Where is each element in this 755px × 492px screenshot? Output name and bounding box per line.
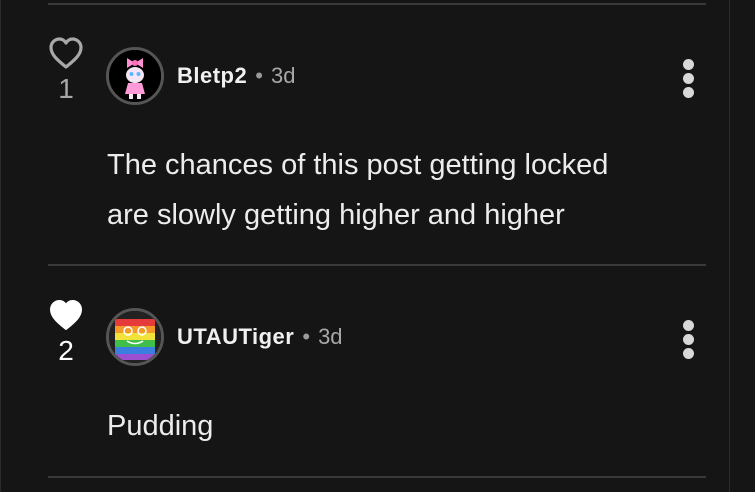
timestamp: 3d <box>318 324 343 349</box>
separator-dot: • <box>255 63 263 88</box>
comment-text-line: are slowly getting higher and higher <box>107 199 565 231</box>
avatar[interactable] <box>106 47 164 105</box>
timestamp: 3d <box>270 63 296 88</box>
like-count: 2 <box>58 335 74 366</box>
pink-bow-character-icon <box>109 50 161 102</box>
username[interactable]: UTAUTiger <box>177 324 294 349</box>
comment-meta: UTAUTiger • 3d <box>177 324 343 350</box>
divider <box>48 3 706 5</box>
comment-text: Pudding <box>107 401 707 451</box>
like-control[interactable]: 2 <box>46 298 86 366</box>
divider <box>48 264 706 266</box>
comment-text-line: Pudding <box>107 410 214 442</box>
more-options-icon[interactable] <box>681 59 695 101</box>
comment-text-line: The chances of this post getting locked <box>107 149 609 181</box>
comment-meta: Bletp2 • 3d <box>177 63 295 89</box>
separator-dot: • <box>302 324 311 349</box>
like-count: 1 <box>58 73 74 104</box>
username[interactable]: Bletp2 <box>177 63 247 88</box>
heart-filled-icon[interactable] <box>48 298 84 332</box>
avatar[interactable] <box>106 308 164 366</box>
rainbow-pride-character-icon <box>109 311 161 363</box>
divider <box>48 476 706 478</box>
heart-outline-icon[interactable] <box>48 36 84 70</box>
like-control[interactable]: 1 <box>46 36 86 104</box>
more-options-icon[interactable] <box>681 320 695 362</box>
comment-text: The chances of this post getting locked … <box>107 140 707 240</box>
